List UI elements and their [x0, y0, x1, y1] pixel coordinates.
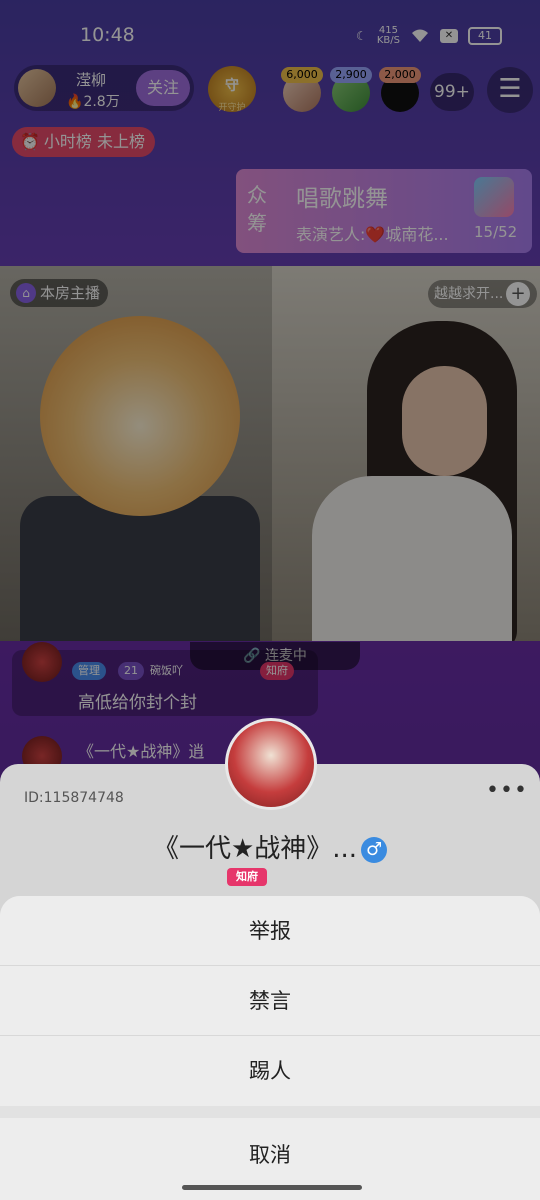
user-name-text: 《一代★战神》...: [152, 834, 358, 864]
action-sheet: 举报 禁言 踢人 取消: [0, 896, 540, 1200]
male-icon: ♂: [361, 837, 388, 863]
sheet-gap: [0, 1106, 540, 1118]
user-name: 《一代★战神》... ♂: [0, 828, 540, 865]
more-icon[interactable]: •••: [486, 778, 528, 803]
kick-button[interactable]: 踢人: [0, 1036, 540, 1106]
mute-button[interactable]: 禁言: [0, 966, 540, 1036]
user-avatar[interactable]: [225, 718, 317, 810]
user-id: ID:115874748: [24, 790, 124, 806]
home-indicator[interactable]: [182, 1185, 362, 1190]
rank-badge: 知府: [227, 868, 267, 886]
report-button[interactable]: 举报: [0, 896, 540, 966]
